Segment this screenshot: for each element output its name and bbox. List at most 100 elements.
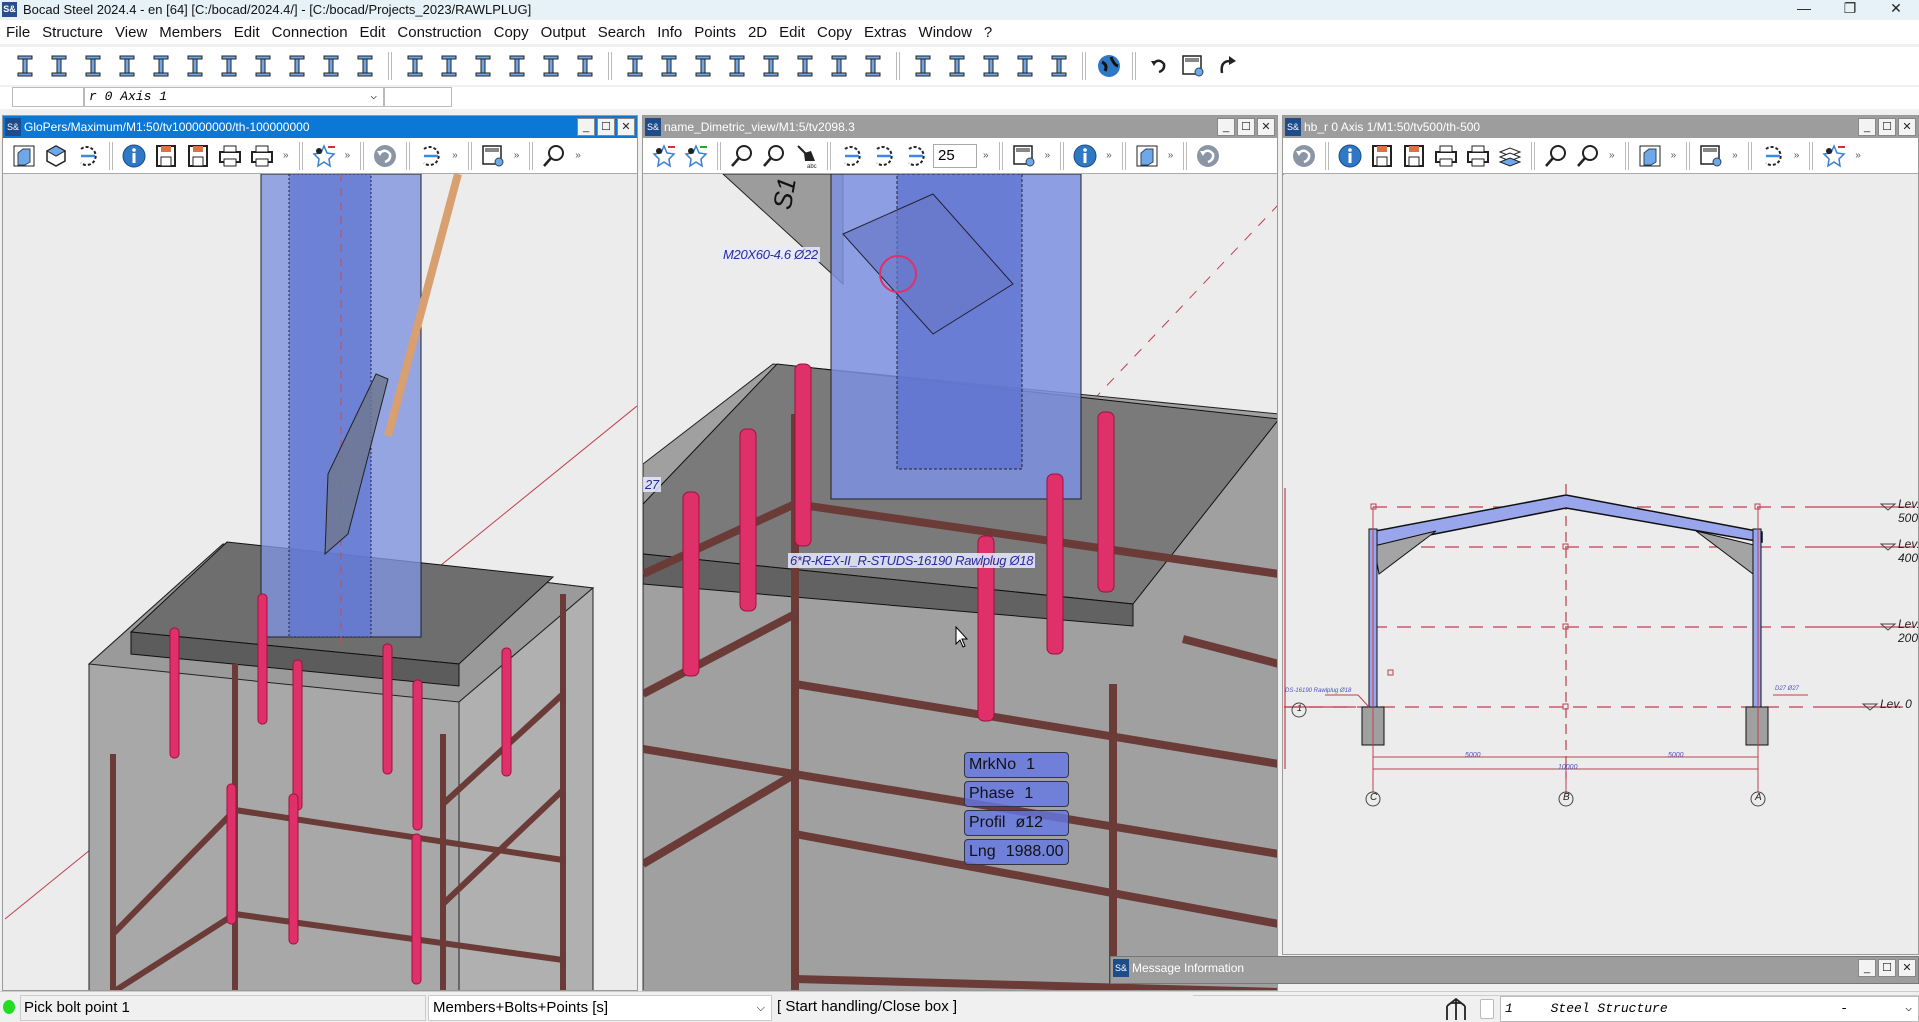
view-settings-icon[interactable]: [478, 141, 508, 171]
view-window-axis-section[interactable]: S& hb_r 0 Axis 1/M1:50/tv500/th-500 _ ☐ …: [1282, 115, 1919, 955]
print-icon[interactable]: [1431, 141, 1461, 171]
view-titlebar[interactable]: S& GloPers/Maximum/M1:50/tv100000000/th-…: [3, 116, 637, 138]
rotate-h-icon[interactable]: [1758, 141, 1788, 171]
menu-item-copy[interactable]: Copy: [811, 24, 858, 41]
view-maximize-button[interactable]: ☐: [1878, 118, 1896, 136]
menu-item-window[interactable]: Window: [913, 24, 978, 41]
node-star-icon[interactable]: [400, 51, 430, 81]
message-maximize-button[interactable]: ☐: [1878, 959, 1896, 977]
member-mail-icon[interactable]: [536, 51, 566, 81]
plate-copy-icon[interactable]: [620, 51, 650, 81]
view-settings-icon[interactable]: [1009, 141, 1039, 171]
view-maximize-button[interactable]: ☐: [597, 118, 615, 136]
bolt-plate-icon[interactable]: [722, 51, 752, 81]
menu-item-copy[interactable]: Copy: [488, 24, 535, 41]
structure-checkbox[interactable]: [1480, 999, 1494, 1019]
column-lock-icon[interactable]: [112, 51, 142, 81]
toolbar-overflow-button[interactable]: »: [1794, 150, 1800, 161]
menu-item-extras[interactable]: Extras: [858, 24, 913, 41]
beam-lock-icon[interactable]: [44, 51, 74, 81]
bolt-lock-icon[interactable]: [78, 51, 108, 81]
info-icon[interactable]: [1335, 141, 1365, 171]
menu-item-edit[interactable]: Edit: [773, 24, 811, 41]
menu-item-structure[interactable]: Structure: [36, 24, 109, 41]
info-icon[interactable]: [1070, 141, 1100, 171]
start-handling-button[interactable]: [ Start handling/Close box ]: [774, 995, 974, 1021]
zoom-out-icon[interactable]: [727, 141, 757, 171]
rotate-3d-icon[interactable]: [901, 141, 931, 171]
app-close-button[interactable]: ✕: [1873, 0, 1919, 18]
view-window-global-perspective[interactable]: S& GloPers/Maximum/M1:50/tv100000000/th-…: [2, 115, 638, 991]
member-list-icon[interactable]: [10, 51, 40, 81]
reset-view-icon[interactable]: [1193, 141, 1223, 171]
stair-icon[interactable]: [570, 51, 600, 81]
zoom-out-icon[interactable]: [1541, 141, 1571, 171]
view-window-dimetric[interactable]: S& name_Dimetric_view/M1:5/tv2098.3 _ ☐ …: [642, 115, 1278, 991]
toolbar-overflow-button[interactable]: »: [345, 150, 351, 161]
menu-item-2d[interactable]: 2D: [742, 24, 773, 41]
menu-item-connection[interactable]: Connection: [266, 24, 354, 41]
member-edit-icon[interactable]: [858, 51, 888, 81]
split-add-icon[interactable]: [1010, 51, 1040, 81]
undo-icon[interactable]: [1144, 51, 1174, 81]
toolbar-overflow-button[interactable]: »: [452, 150, 458, 161]
toolbar-overflow-button[interactable]: »: [1045, 150, 1051, 161]
coordinate-axes-icon[interactable]: [282, 51, 312, 81]
save-icon[interactable]: [151, 141, 181, 171]
girder-lock-icon[interactable]: [146, 51, 176, 81]
bolt-label[interactable]: M20X60-4.6 Ø22: [721, 247, 820, 262]
weld-star-icon[interactable]: [942, 51, 972, 81]
toolbar-overflow-button[interactable]: »: [1609, 150, 1615, 161]
view-cube-icon[interactable]: [1132, 141, 1162, 171]
save-as-icon[interactable]: [183, 141, 213, 171]
print-preview-icon[interactable]: [1463, 141, 1493, 171]
toolbar-overflow-button[interactable]: »: [1168, 150, 1174, 161]
toolbar-overflow-button[interactable]: »: [514, 150, 520, 161]
structure-dropdown[interactable]: 1 Steel Structure - ⌵: [1500, 996, 1919, 1022]
menu-item-output[interactable]: Output: [535, 24, 592, 41]
menu-item-view[interactable]: View: [109, 24, 153, 41]
toolbar-overflow-button[interactable]: »: [1855, 150, 1861, 161]
info-icon[interactable]: [119, 141, 149, 171]
binoculars-icon[interactable]: [316, 51, 346, 81]
view-settings-icon[interactable]: [1696, 141, 1726, 171]
globe-icon[interactable]: [1094, 51, 1124, 81]
view-cube-icon[interactable]: [9, 141, 39, 171]
menu-item-edit[interactable]: Edit: [354, 24, 392, 41]
zoom-out-icon[interactable]: [539, 141, 569, 171]
select-remove-icon[interactable]: [309, 141, 339, 171]
view-minimize-button[interactable]: _: [1858, 118, 1876, 136]
menu-item-members[interactable]: Members: [153, 24, 228, 41]
rotation-step-input[interactable]: 25: [933, 143, 977, 168]
toolbar-overflow-button[interactable]: »: [1106, 150, 1112, 161]
measure-ruler-icon[interactable]: [214, 51, 244, 81]
print-preview-icon[interactable]: [247, 141, 277, 171]
app-restore-button[interactable]: ❐: [1827, 0, 1873, 18]
model-canvas-3d-perspective[interactable]: [3, 174, 637, 990]
select-remove-icon[interactable]: [649, 141, 679, 171]
model-canvas-dimetric[interactable]: M20X60-4.6 Ø22 6*R-KEX-II_R-STUDS-16190 …: [643, 174, 1277, 990]
view-close-button[interactable]: ✕: [1257, 118, 1275, 136]
zoom-window-icon[interactable]: [1573, 141, 1603, 171]
view-close-button[interactable]: ✕: [1898, 118, 1916, 136]
triangle-ruler-icon[interactable]: [248, 51, 278, 81]
block-icon[interactable]: [756, 51, 786, 81]
frame-elevation-drawing[interactable]: Lev. 5000 Lev. 4000 Lev. 2000 Lev. 0 C B…: [1283, 174, 1918, 954]
message-information-window[interactable]: S& Message Information _ ☐ ✕: [1110, 956, 1919, 984]
polyline-icon[interactable]: [434, 51, 464, 81]
reset-view-icon[interactable]: [1289, 141, 1319, 171]
rotate-v-icon[interactable]: [869, 141, 899, 171]
sheet-hole-icon[interactable]: [824, 51, 854, 81]
anchor-stud-label[interactable]: 6*R-KEX-II_R-STUDS-16190 Rawlplug Ø18: [788, 553, 1036, 568]
view-titlebar[interactable]: S& name_Dimetric_view/M1:5/tv2098.3 _ ☐ …: [643, 116, 1277, 138]
zoom-window-icon[interactable]: [759, 141, 789, 171]
view-titlebar[interactable]: S& hb_r 0 Axis 1/M1:50/tv500/th-500 _ ☐ …: [1283, 116, 1918, 138]
selector-left-field[interactable]: [12, 87, 84, 107]
menu-item-help[interactable]: ?: [978, 24, 998, 41]
curved-member-icon[interactable]: [468, 51, 498, 81]
view-wire-icon[interactable]: [41, 141, 71, 171]
girder-bolt-lock-icon[interactable]: [180, 51, 210, 81]
menu-item-search[interactable]: Search: [592, 24, 652, 41]
app-minimize-button[interactable]: —: [1781, 0, 1827, 18]
view-rotate-icon[interactable]: [73, 141, 103, 171]
